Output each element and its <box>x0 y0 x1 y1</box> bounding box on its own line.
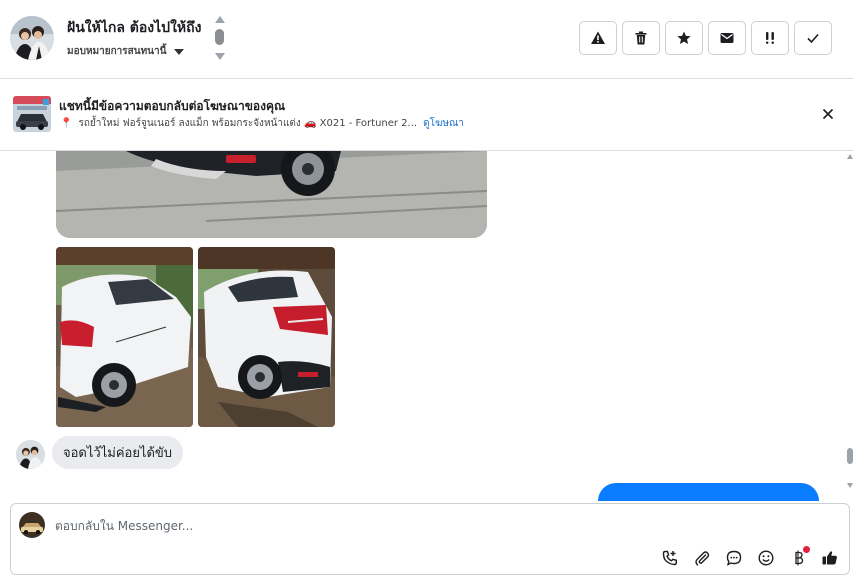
caret-down-icon <box>174 48 185 55</box>
reply-composer <box>10 503 850 575</box>
message-photo[interactable] <box>56 247 193 427</box>
conversation-header: ฝันให้ไกล ต้องไปให้ถึง มอบหมายการสนทนานี… <box>0 0 853 79</box>
message-photo[interactable] <box>198 247 335 427</box>
mark-done-button[interactable] <box>794 21 832 55</box>
close-icon[interactable] <box>820 106 836 122</box>
notification-dot <box>803 546 810 553</box>
attach-button[interactable] <box>691 547 713 569</box>
view-ad-link[interactable]: ดูโฆษณา <box>423 116 464 131</box>
mark-unread-button[interactable] <box>708 21 746 55</box>
exclamation-icon <box>766 32 774 44</box>
payment-button[interactable] <box>787 546 810 569</box>
assign-label: มอบหมายการสนทนานี้ <box>67 46 167 57</box>
emoji-icon <box>758 550 774 566</box>
header-actions <box>579 21 832 55</box>
ad-thumbnail[interactable] <box>13 96 51 132</box>
like-icon <box>822 551 837 565</box>
emoji-button[interactable] <box>755 547 777 569</box>
ad-banner-title: แชทนี้มีข้อความตอบกลับต่อโฆษณาของคุณ <box>59 99 286 113</box>
delete-button[interactable] <box>622 21 660 55</box>
check-icon <box>807 33 819 44</box>
ad-banner-description: 📍 รถย้ำใหม่ ฟอร์จูนเนอร์ ลงแม็ก พร้อมกระ… <box>60 116 464 131</box>
reply-input[interactable] <box>55 516 655 536</box>
page-avatar <box>19 512 45 538</box>
location-pin-icon: 📍 <box>60 118 73 129</box>
saved-reply-icon <box>726 550 742 566</box>
follow-up-button[interactable] <box>751 21 789 55</box>
contact-avatar[interactable] <box>16 440 45 469</box>
contact-avatar[interactable] <box>10 16 54 60</box>
contact-name[interactable]: ฝันให้ไกล ต้องไปให้ถึง <box>67 17 201 39</box>
arrow-down-icon[interactable] <box>215 53 225 60</box>
saved-replies-button[interactable] <box>723 547 745 569</box>
arrow-up-icon[interactable] <box>215 16 225 23</box>
like-button[interactable] <box>819 547 841 569</box>
navigator-handle[interactable] <box>215 29 224 45</box>
message-photo[interactable] <box>56 151 487 238</box>
assign-conversation-dropdown[interactable]: มอบหมายการสนทนานี้ <box>67 44 185 59</box>
conversation-navigator[interactable] <box>214 16 226 62</box>
ad-reply-banner: แชทนี้มีข้อความตอบกลับต่อโฆษณาของคุณ 📍 ร… <box>0 80 853 151</box>
composer-tools <box>659 546 841 569</box>
thread-scrollbar[interactable] <box>845 151 853 501</box>
call-button[interactable] <box>659 547 681 569</box>
incoming-message-bubble[interactable]: จอดไว้ไม่ค่อยได้ขับ <box>52 436 184 469</box>
message-thread[interactable]: จอดไว้ไม่ค่อยได้ขับ <box>0 151 853 501</box>
star-button[interactable] <box>665 21 703 55</box>
ad-description-text: รถย้ำใหม่ ฟอร์จูนเนอร์ ลงแม็ก พร้อมกระจั… <box>78 118 418 129</box>
call-icon <box>662 550 677 566</box>
envelope-icon <box>720 33 734 43</box>
outgoing-message-bubble[interactable] <box>598 483 819 501</box>
scroll-up-arrow[interactable] <box>847 154 853 159</box>
attachment-icon <box>695 551 710 566</box>
warning-icon <box>591 31 605 44</box>
report-spam-button[interactable] <box>579 21 617 55</box>
star-icon <box>677 31 691 44</box>
trash-icon <box>635 31 647 45</box>
scroll-thumb[interactable] <box>847 448 853 464</box>
scroll-down-arrow[interactable] <box>847 483 853 488</box>
